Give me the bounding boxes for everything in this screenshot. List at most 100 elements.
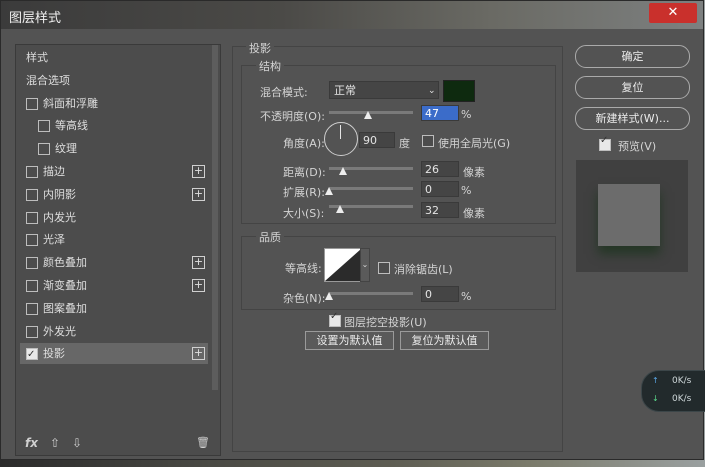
opacity-unit: % bbox=[461, 108, 472, 121]
spread-label: 扩展(R): bbox=[283, 186, 325, 199]
upload-arrow-icon: ↑ bbox=[652, 376, 659, 385]
opacity-input[interactable]: 47 bbox=[421, 105, 459, 121]
sidebar-item-checkbox[interactable] bbox=[26, 188, 38, 201]
sidebar-item-label: 样式 bbox=[26, 51, 48, 64]
distance-unit: 像素 bbox=[463, 166, 485, 179]
sidebar-item-label: 投影 bbox=[43, 347, 65, 361]
sidebar-item-checkbox[interactable] bbox=[26, 211, 38, 224]
contour-dropdown-chevron-icon[interactable]: ⌄ bbox=[360, 248, 370, 282]
sidebar-item[interactable]: 渐变叠加 + bbox=[20, 275, 208, 296]
preview-swatch bbox=[598, 184, 660, 246]
effects-scrollbar[interactable] bbox=[212, 45, 218, 390]
move-down-icon[interactable]: ⇩ bbox=[72, 436, 82, 450]
angle-label: 角度(A): bbox=[283, 137, 325, 150]
layer-style-dialog: 图层样式 ✕ 样式 混合选项 斜面和浮雕 等高线 纹理 描边 + 内阴影 + 内发光 光泽 颜色叠加 +… bbox=[0, 0, 704, 460]
structure-title: 结构 bbox=[256, 58, 284, 74]
sidebar-item[interactable]: 混合选项 bbox=[20, 70, 208, 91]
sidebar-item[interactable]: 描边 + bbox=[20, 161, 208, 182]
sidebar-item-label: 描边 bbox=[43, 165, 65, 178]
sidebar-item-checkbox[interactable] bbox=[26, 166, 38, 178]
blend-mode-label: 混合模式: bbox=[260, 86, 308, 99]
add-effect-icon[interactable]: + bbox=[192, 279, 205, 292]
trash-icon[interactable]: 🗑 bbox=[196, 436, 210, 449]
spread-input[interactable]: 0 bbox=[421, 181, 459, 197]
sidebar-item[interactable]: 等高线 bbox=[20, 115, 208, 136]
add-effect-icon[interactable]: + bbox=[192, 187, 205, 201]
sidebar-item-label: 外发光 bbox=[43, 324, 76, 338]
knockout-checkbox[interactable] bbox=[329, 311, 341, 327]
sidebar-item-checkbox[interactable] bbox=[26, 280, 38, 292]
preview-label: 预览(V) bbox=[618, 140, 657, 153]
sidebar-item-label: 图案叠加 bbox=[43, 301, 87, 315]
noise-label: 杂色(N): bbox=[283, 292, 326, 305]
distance-input[interactable]: 26 bbox=[421, 161, 459, 177]
global-light-label: 使用全局光(G) bbox=[438, 137, 511, 150]
sidebar-item-checkbox[interactable] bbox=[38, 120, 50, 133]
add-effect-icon[interactable]: + bbox=[192, 165, 205, 178]
sidebar-item[interactable]: 斜面和浮雕 bbox=[20, 93, 208, 114]
blend-mode-value: 正常 bbox=[334, 84, 356, 97]
size-unit: 像素 bbox=[463, 207, 485, 220]
fx-icon[interactable]: fx bbox=[25, 436, 38, 450]
add-effect-icon[interactable]: + bbox=[192, 347, 205, 361]
sidebar-item-label: 纹理 bbox=[55, 142, 77, 156]
new-style-button[interactable]: 新建样式(W)... bbox=[575, 107, 690, 130]
knockout-label: 图层挖空投影(U) bbox=[344, 316, 427, 329]
effects-list-panel: 样式 混合选项 斜面和浮雕 等高线 纹理 描边 + 内阴影 + 内发光 光泽 颜色叠加 + 渐变叠加 + 图案… bbox=[15, 44, 221, 456]
contour-preview[interactable] bbox=[324, 248, 362, 282]
preview-checkbox[interactable] bbox=[599, 135, 611, 151]
add-effect-icon[interactable]: + bbox=[192, 256, 205, 270]
sidebar-item-label: 渐变叠加 bbox=[43, 279, 87, 292]
spread-slider[interactable] bbox=[329, 187, 413, 190]
sidebar-item[interactable]: 颜色叠加 + bbox=[20, 252, 208, 273]
title-bar[interactable]: 图层样式 ✕ bbox=[1, 1, 703, 29]
sidebar-item-checkbox[interactable] bbox=[26, 257, 38, 270]
sidebar-item-checkbox[interactable] bbox=[26, 325, 38, 338]
sidebar-item-label: 等高线 bbox=[55, 119, 88, 133]
opacity-slider-thumb[interactable] bbox=[364, 111, 373, 119]
noise-slider[interactable] bbox=[329, 292, 413, 295]
download-speed: 0K/s bbox=[672, 394, 692, 404]
sidebar-item[interactable]: 样式 bbox=[20, 47, 208, 68]
sidebar-item[interactable]: 内阴影 + bbox=[20, 184, 208, 205]
sidebar-item-checkbox[interactable] bbox=[26, 234, 38, 247]
size-label: 大小(S): bbox=[283, 207, 325, 220]
sidebar-item[interactable]: 图案叠加 bbox=[20, 298, 208, 319]
sidebar-item-checkbox[interactable] bbox=[26, 97, 38, 110]
sidebar-item-label: 混合选项 bbox=[26, 73, 70, 87]
angle-dial-needle bbox=[340, 125, 341, 139]
global-light-checkbox[interactable] bbox=[422, 135, 434, 147]
angle-dial[interactable] bbox=[324, 122, 358, 156]
sidebar-item[interactable]: 纹理 bbox=[20, 138, 208, 159]
sidebar-item-checkbox[interactable] bbox=[38, 143, 50, 156]
reset-default-button[interactable]: 复位为默认值 bbox=[400, 331, 489, 350]
chevron-down-icon: ⌄ bbox=[428, 86, 436, 96]
sidebar-item-checkbox[interactable] bbox=[26, 344, 38, 365]
size-input[interactable]: 32 bbox=[421, 202, 459, 218]
blend-mode-select[interactable]: 正常 ⌄ bbox=[329, 81, 439, 99]
sidebar-item[interactable]: 内发光 bbox=[20, 207, 208, 228]
window-title: 图层样式 bbox=[9, 11, 62, 26]
ok-button[interactable]: 确定 bbox=[575, 45, 690, 68]
preview-thumbnail bbox=[576, 160, 688, 272]
distance-slider-thumb[interactable] bbox=[339, 167, 348, 175]
spread-slider-thumb[interactable] bbox=[325, 187, 333, 195]
netspeed-widget[interactable]: ↑ 0K/s ↓ 0K/s bbox=[641, 370, 705, 412]
set-default-button[interactable]: 设置为默认值 bbox=[305, 331, 394, 350]
angle-input[interactable]: 90 bbox=[359, 132, 395, 148]
download-arrow-icon: ↓ bbox=[652, 394, 659, 403]
sidebar-item[interactable]: 投影 + bbox=[20, 343, 208, 365]
sidebar-item[interactable]: 光泽 bbox=[20, 229, 208, 250]
size-slider-thumb[interactable] bbox=[335, 205, 344, 213]
noise-input[interactable]: 0 bbox=[421, 286, 459, 302]
noise-slider-thumb[interactable] bbox=[325, 292, 333, 300]
close-button[interactable]: ✕ bbox=[649, 3, 697, 23]
antialias-checkbox[interactable] bbox=[378, 262, 390, 274]
shadow-color-swatch[interactable] bbox=[443, 80, 475, 102]
sidebar-item-checkbox[interactable] bbox=[26, 302, 38, 315]
sidebar-item-label: 内发光 bbox=[43, 210, 76, 224]
reset-button[interactable]: 复位 bbox=[575, 76, 690, 99]
move-up-icon[interactable]: ⇧ bbox=[50, 436, 60, 450]
sidebar-item-label: 斜面和浮雕 bbox=[43, 96, 98, 110]
sidebar-item[interactable]: 外发光 bbox=[20, 321, 208, 342]
